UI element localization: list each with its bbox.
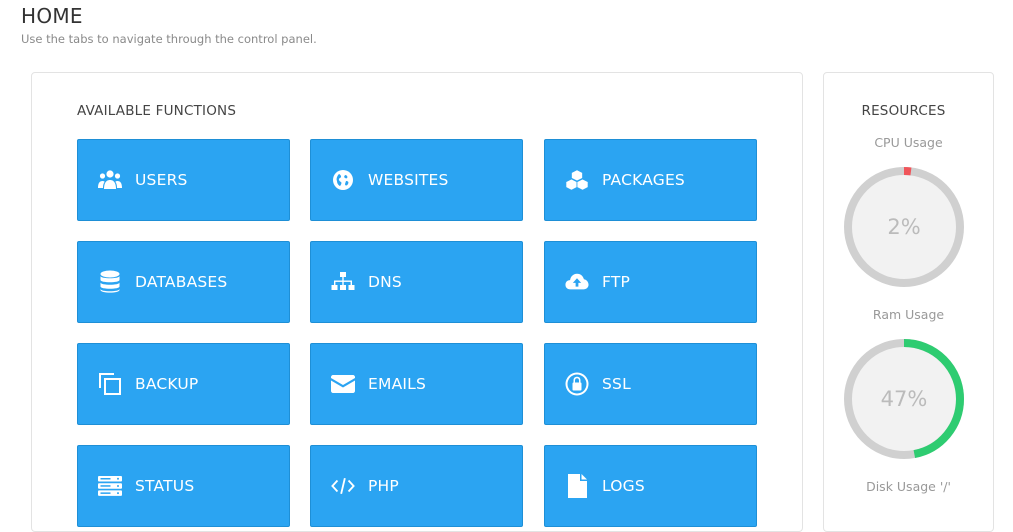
disk-usage-label: Disk Usage '/'	[866, 479, 951, 494]
php-label: PHP	[368, 477, 399, 495]
users-label: USERS	[135, 171, 188, 189]
status-label: STATUS	[135, 477, 195, 495]
databases-button[interactable]: DATABASES	[77, 241, 290, 323]
status-button[interactable]: STATUS	[77, 445, 290, 527]
lock-icon	[565, 372, 589, 396]
page-subtitle: Use the tabs to navigate through the con…	[21, 32, 317, 46]
ram-usage-value: 47%	[880, 387, 928, 411]
functions-panel: AVAILABLE FUNCTIONS USERS WEBSITES PACKA…	[31, 72, 803, 532]
resources-panel: RESOURCES CPU Usage 2% Ram Usage 47% Dis…	[823, 72, 994, 532]
envelope-icon	[331, 372, 355, 396]
websites-button[interactable]: WEBSITES	[310, 139, 523, 221]
globe-icon	[331, 168, 355, 192]
users-icon	[98, 168, 122, 192]
backup-label: BACKUP	[135, 375, 199, 393]
ram-gauge: 47%	[842, 337, 966, 461]
server-icon	[98, 474, 122, 498]
ssl-button[interactable]: SSL	[544, 343, 757, 425]
page-title: HOME	[21, 4, 83, 28]
emails-label: EMAILS	[368, 375, 427, 393]
file-icon	[565, 474, 589, 498]
ssl-label: SSL	[602, 375, 631, 393]
sitemap-icon	[331, 270, 355, 294]
cubes-icon	[565, 168, 589, 192]
users-button[interactable]: USERS	[77, 139, 290, 221]
database-icon	[98, 270, 122, 294]
php-button[interactable]: PHP	[310, 445, 523, 527]
logs-label: LOGS	[602, 477, 645, 495]
resources-title: RESOURCES	[861, 103, 946, 119]
dns-label: DNS	[368, 273, 402, 291]
databases-label: DATABASES	[135, 273, 228, 291]
dns-button[interactable]: DNS	[310, 241, 523, 323]
ram-usage-label: Ram Usage	[872, 307, 945, 322]
websites-label: WEBSITES	[368, 171, 449, 189]
emails-button[interactable]: EMAILS	[310, 343, 523, 425]
ftp-button[interactable]: FTP	[544, 241, 757, 323]
code-icon	[331, 474, 355, 498]
cloud-upload-icon	[565, 270, 589, 294]
backup-button[interactable]: BACKUP	[77, 343, 290, 425]
logs-button[interactable]: LOGS	[544, 445, 757, 527]
packages-button[interactable]: PACKAGES	[544, 139, 757, 221]
cpu-gauge: 2%	[842, 165, 966, 289]
packages-label: PACKAGES	[602, 171, 685, 189]
cpu-usage-label: CPU Usage	[874, 135, 943, 150]
ftp-label: FTP	[602, 273, 631, 291]
functions-title: AVAILABLE FUNCTIONS	[77, 103, 237, 119]
cpu-usage-value: 2%	[887, 215, 921, 239]
copy-icon	[98, 372, 122, 396]
